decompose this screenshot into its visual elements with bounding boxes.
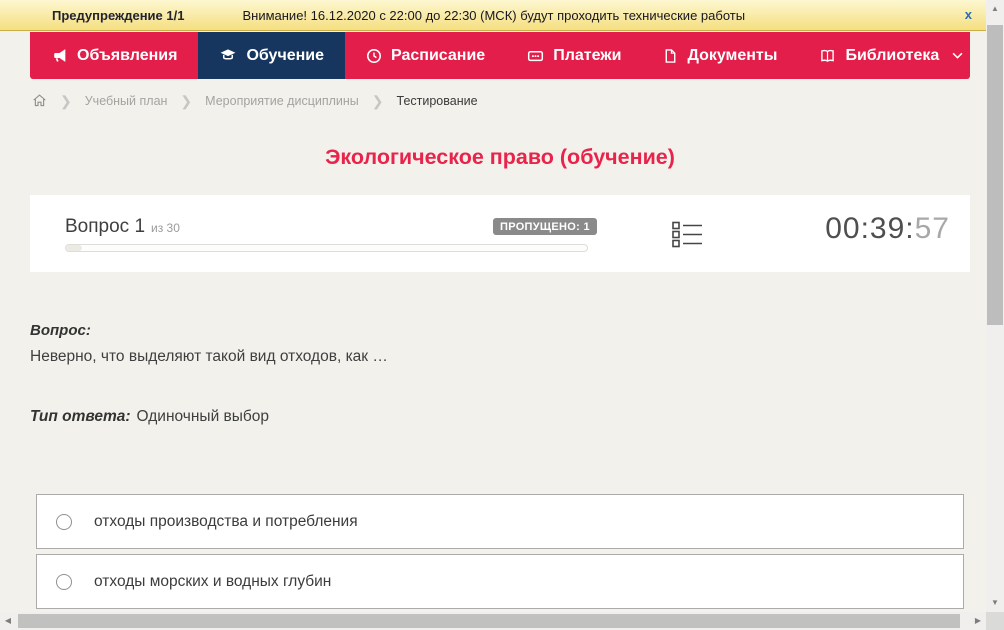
answer-option-label: отходы производства и потребления: [94, 512, 358, 530]
question-label: Вопрос:: [30, 322, 91, 339]
question-list-icon[interactable]: [672, 221, 703, 253]
nav-item-label: Обучение: [246, 46, 325, 64]
warning-banner-message: Внимание! 16.12.2020 с 22:00 до 22:30 (М…: [242, 7, 746, 23]
question-header-card: Вопрос 1 из 30 ПРОПУЩЕНО: 1 00:39:57: [30, 195, 970, 272]
scrollbar-corner: [986, 612, 1004, 630]
nav-item-documents[interactable]: Документы: [642, 32, 798, 79]
breadcrumb-item-study-plan[interactable]: Учебный план: [85, 94, 168, 108]
home-icon[interactable]: [32, 93, 47, 108]
chevron-right-icon: ❯: [60, 92, 72, 109]
scroll-up-icon[interactable]: ▲: [986, 5, 1004, 13]
breadcrumb-item-discipline-event[interactable]: Мероприятие дисциплины: [205, 94, 359, 108]
scroll-left-icon[interactable]: ◀: [1, 617, 15, 625]
graduation-cap-icon: [219, 47, 237, 64]
chevron-down-icon: [952, 52, 963, 59]
answer-type-label: Тип ответа:: [30, 408, 131, 425]
question-number: Вопрос 1 из 30: [65, 216, 180, 238]
timer-seconds: 57: [914, 212, 950, 245]
question-text: Неверно, что выделяют такой вид отходов,…: [30, 348, 388, 365]
wallet-icon: [527, 48, 544, 64]
nav-item-label: Расписание: [391, 46, 486, 64]
breadcrumb-item-testing: Тестирование: [396, 93, 478, 108]
page: Предупреждение 1/1 Внимание! 16.12.2020 …: [0, 0, 1004, 630]
breadcrumb: ❯ Учебный план ❯ Мероприятие дисциплины …: [32, 93, 478, 108]
answer-option-1[interactable]: отходы производства и потребления: [36, 494, 964, 549]
nav-item-library[interactable]: Библиотека: [798, 32, 984, 79]
nav-item-announcements[interactable]: Объявления: [30, 32, 198, 79]
answer-option-label: отходы морских и водных глубин: [94, 572, 332, 590]
nav-item-label: Объявления: [77, 46, 178, 64]
answer-type-line: Тип ответа: Одиночный выбор: [30, 408, 269, 426]
vertical-scrollbar-thumb[interactable]: [987, 25, 1003, 325]
scroll-right-icon[interactable]: ▶: [971, 617, 985, 625]
nav-item-label: Документы: [687, 46, 778, 64]
horizontal-scrollbar[interactable]: ◀ ▶: [0, 612, 986, 630]
radio-button[interactable]: [56, 573, 72, 590]
nav-item-payments[interactable]: Платежи: [506, 32, 642, 79]
megaphone-icon: [51, 47, 68, 64]
answer-option-2[interactable]: отходы морских и водных глубин: [36, 554, 964, 609]
chevron-right-icon: ❯: [371, 92, 384, 109]
answer-type-value: Одиночный выбор: [136, 408, 270, 425]
clock-icon: [366, 48, 382, 64]
progress-bar-fill: [66, 245, 82, 251]
answer-list: отходы производства и потребления отходы…: [36, 494, 964, 614]
warning-banner-label: Предупреждение 1/1: [52, 7, 185, 23]
nav-item-training[interactable]: Обучение: [198, 32, 346, 79]
vertical-scrollbar[interactable]: ▲ ▼: [986, 0, 1004, 612]
chevron-right-icon: ❯: [180, 92, 193, 109]
main-nav: Объявления Обучение Расписание Платежи Д…: [30, 32, 970, 79]
scroll-down-icon[interactable]: ▼: [986, 599, 1004, 607]
question-total-label: из 30: [151, 221, 180, 235]
document-icon: [663, 48, 678, 64]
progress-bar: [65, 244, 588, 252]
horizontal-scrollbar-thumb[interactable]: [18, 614, 960, 628]
book-icon: [819, 48, 836, 64]
timer: 00:39:57: [825, 212, 950, 246]
banner-close-button[interactable]: x: [965, 7, 972, 22]
page-title: Экологическое право (обучение): [325, 145, 675, 169]
radio-button[interactable]: [56, 513, 72, 530]
question-number-label: Вопрос 1: [65, 216, 146, 237]
skipped-badge: ПРОПУЩЕНО: 1: [493, 218, 597, 235]
timer-main: 00:39:: [825, 212, 915, 245]
nav-item-label: Платежи: [553, 46, 622, 64]
warning-banner: Предупреждение 1/1 Внимание! 16.12.2020 …: [0, 0, 986, 31]
nav-item-schedule[interactable]: Расписание: [345, 32, 506, 79]
nav-item-label: Библиотека: [845, 46, 940, 64]
